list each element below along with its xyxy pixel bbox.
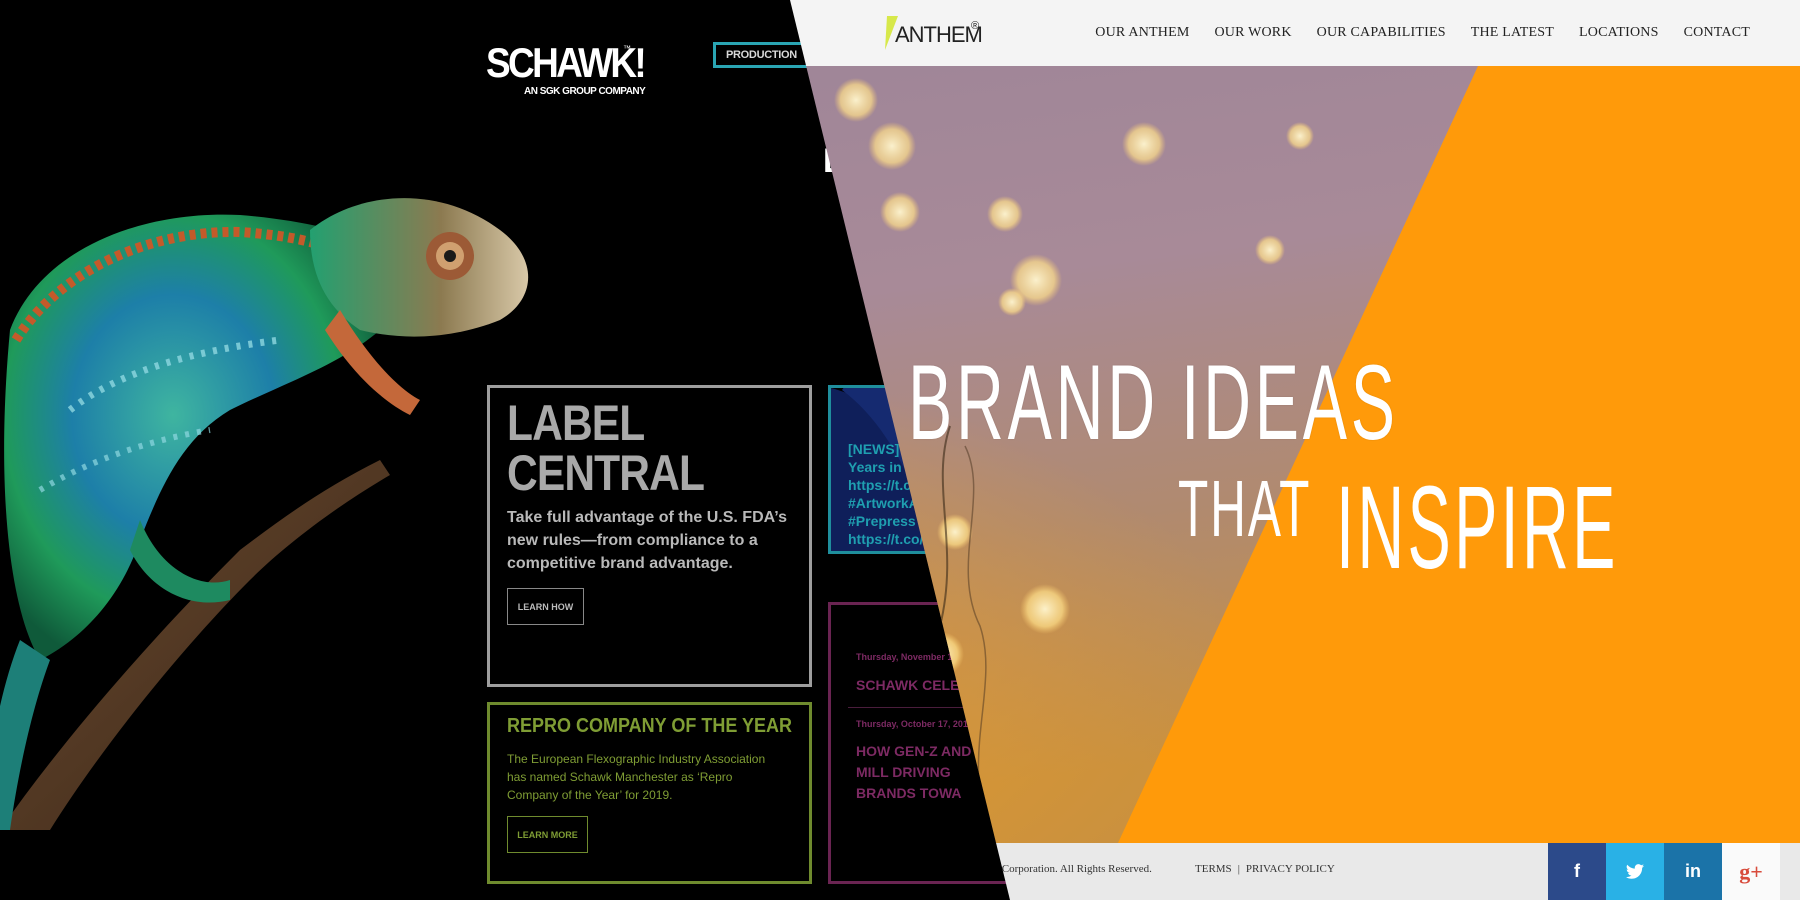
footer-separator: | — [1237, 863, 1240, 875]
news-date-2: Thursday, October 17, 2019 — [856, 719, 973, 729]
schawk-logo[interactable]: SCHAWK! ™ AN SGK GROUP COMPANY — [486, 39, 666, 98]
anthem-nav: OUR ANTHEM OUR WORK OUR CAPABILITIES THE… — [1095, 0, 1750, 66]
twitter-bird-glyph-icon — [1626, 864, 1644, 879]
twitter-icon[interactable] — [1606, 843, 1664, 900]
repro-company-body: The European Flexographic Industry Assoc… — [507, 752, 766, 802]
hero-headline-line3: INSPIRE — [1336, 462, 1619, 594]
anthem-logo-word: ANTHEM — [895, 22, 983, 47]
nav-the-latest[interactable]: THE LATEST — [1471, 25, 1554, 41]
schawk-nav-item-production[interactable]: PRODUCTION — [726, 49, 797, 61]
learn-how-button[interactable]: LEARN HOW — [507, 588, 584, 625]
nav-our-anthem[interactable]: OUR ANTHEM — [1095, 25, 1189, 41]
nav-locations[interactable]: LOCATIONS — [1579, 25, 1659, 41]
hero-headline-line1: BRAND IDEAS — [908, 342, 1399, 462]
schawk-logo-subtitle: AN SGK GROUP COMPANY — [524, 86, 646, 97]
footer-copyright: l Corporation. All Rights Reserved. — [996, 863, 1152, 875]
news-date-1: Thursday, November 14 — [856, 652, 958, 662]
footer-privacy-link[interactable]: PRIVACY POLICY — [1246, 863, 1335, 875]
learn-more-button[interactable]: LEARN MORE — [507, 816, 588, 853]
schawk-logo-tm: ™ — [623, 44, 631, 53]
repro-company-title: REPRO COMPANY OF THE YEAR — [507, 715, 793, 737]
linkedin-icon[interactable]: in — [1664, 843, 1722, 900]
footer-links: TERMS | PRIVACY POLICY — [1195, 863, 1335, 875]
footer-terms-link[interactable]: TERMS — [1195, 863, 1232, 875]
nav-our-capabilities[interactable]: OUR CAPABILITIES — [1317, 25, 1446, 41]
nav-contact[interactable]: CONTACT — [1684, 25, 1750, 41]
facebook-icon[interactable]: f — [1548, 843, 1606, 900]
nav-our-work[interactable]: OUR WORK — [1214, 25, 1291, 41]
hero-headline-line2: THAT — [1178, 464, 1312, 553]
repro-company-card: REPRO COMPANY OF THE YEAR The European F… — [487, 702, 812, 884]
anthem-logo-reg: ® — [971, 20, 980, 32]
schawk-logo-word: SCHAWK! — [486, 39, 647, 86]
label-central-card: LABEL CENTRAL Take full advantage of the… — [487, 385, 812, 687]
google-plus-icon[interactable]: g+ — [1722, 843, 1780, 900]
label-central-body: Take full advantage of the U.S. FDA’s ne… — [507, 509, 788, 572]
label-central-title: LABEL CENTRAL — [507, 395, 705, 501]
